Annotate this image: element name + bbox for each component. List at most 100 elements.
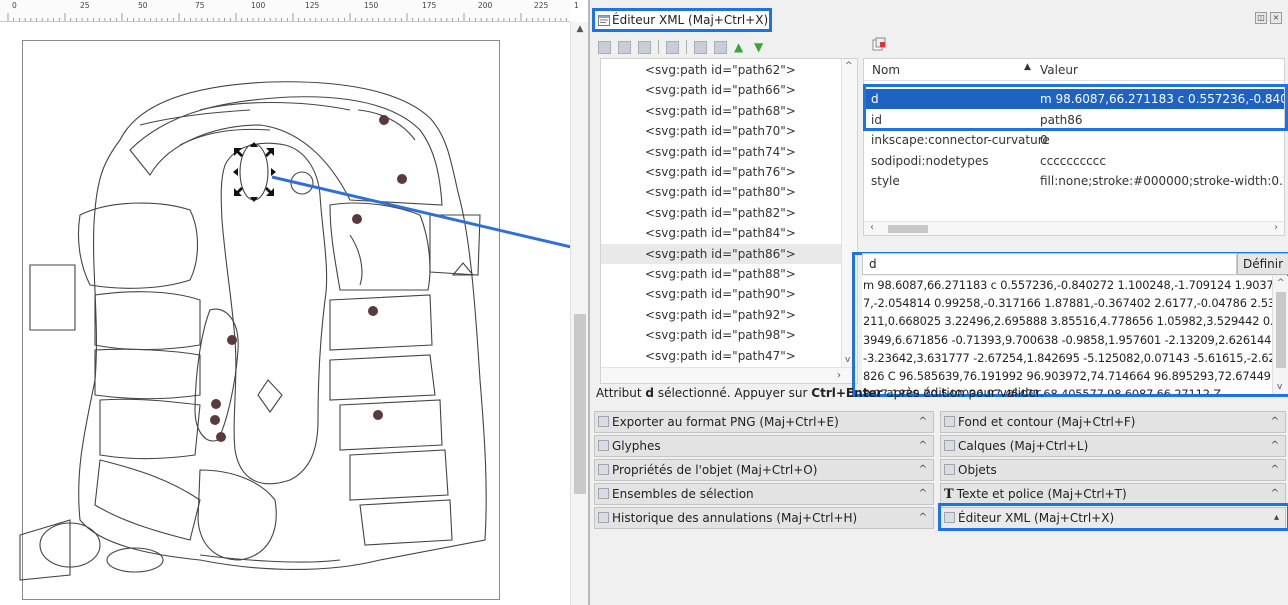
value-line: 826 C 96.585639,76.191992 96.903972,74.7… [863, 369, 1271, 384]
dock-item[interactable]: Historique des annulations (Maj+Ctrl+H) ^ [594, 507, 934, 529]
dock-item[interactable]: Propriétés de l'objet (Maj+Ctrl+O) ^ [594, 459, 934, 481]
attribute-row[interactable]: id path86 [864, 110, 1284, 130]
scroll-up-icon[interactable]: ^ [845, 61, 853, 71]
attribute-row[interactable]: inkscape:connector-curvature 0 [864, 130, 1284, 150]
dock-item[interactable]: T Texte et police (Maj+Ctrl+T) ^ [940, 483, 1286, 505]
objects-icon [944, 464, 955, 475]
raise-node-icon[interactable]: ▲ [734, 41, 747, 54]
xml-node-row[interactable]: <svg:path id="path92"> [645, 305, 796, 325]
status-shortcut: Ctrl+Enter [811, 386, 883, 400]
expand-caret-icon[interactable]: ▴ [1274, 508, 1279, 528]
expand-caret-icon[interactable]: ^ [919, 436, 927, 456]
duplicate-node-icon[interactable] [638, 40, 651, 54]
unindent-node-icon[interactable] [694, 40, 707, 54]
scroll-thumb[interactable] [574, 314, 586, 494]
status-text: sélectionné. Appuyer sur [654, 386, 812, 400]
xml-node-row[interactable]: <svg:path id="path88"> [645, 264, 796, 284]
glyphs-icon [598, 440, 609, 451]
scroll-thumb[interactable] [888, 225, 928, 233]
selection-sets-icon [598, 488, 609, 499]
new-attribute-icon[interactable] [872, 37, 886, 51]
attribute-value-editor: d Définir m 98.6087,66.271183 c 0.557236… [852, 252, 1288, 397]
attribute-name: sodipodi:nodetypes [871, 153, 989, 168]
node-toolbar: ▲ ▼ [598, 38, 767, 56]
xml-node-row[interactable]: <svg:path id="path82"> [645, 203, 796, 223]
xml-editor-icon [944, 512, 955, 523]
scroll-up-icon[interactable]: ^ [1277, 278, 1285, 288]
dock-close-icon[interactable]: × [1270, 12, 1282, 24]
object-properties-icon [598, 464, 609, 475]
attribute-value: fill:none;stroke:#000000;stroke-width:0.… [1040, 174, 1285, 189]
dock-item[interactable]: Éditeur XML (Maj+Ctrl+X) ▴ [940, 507, 1286, 529]
attribute-value-textarea[interactable]: m 98.6087,66.271183 c 0.557236,-0.840272… [862, 276, 1272, 394]
xml-node-row[interactable]: <svg:path id="path86"> [601, 243, 841, 264]
canvas-vertical-scrollbar[interactable]: ▲ [570, 22, 588, 605]
dock-item[interactable]: Glyphes ^ [594, 435, 934, 457]
scroll-up-icon[interactable]: ▲ [575, 24, 585, 34]
attributes-table[interactable]: Nom ▲ Valeur d m 98.6087,66.271183 c 0.55… [863, 58, 1285, 236]
xml-node-row[interactable]: <svg:path id="path70"> [645, 121, 796, 141]
dock-item[interactable]: Calques (Maj+Ctrl+L) ^ [940, 435, 1286, 457]
dock-item[interactable]: Exporter au format PNG (Maj+Ctrl+E) ^ [594, 411, 934, 433]
drawing[interactable] [0, 0, 588, 605]
scroll-thumb[interactable] [1276, 292, 1286, 368]
dock-item[interactable]: Ensembles de sélection ^ [594, 483, 934, 505]
expand-caret-icon[interactable]: ^ [919, 460, 927, 480]
xml-node-tree[interactable]: <svg:path id="path62"> <svg:path id="path… [600, 58, 858, 384]
xml-node-row[interactable]: <svg:path id="path80"> [645, 182, 796, 202]
expand-caret-icon[interactable]: ^ [919, 484, 927, 504]
dock-item-label: Historique des annulations (Maj+Ctrl+H) [612, 511, 858, 525]
scroll-down-icon[interactable]: v [1277, 382, 1282, 392]
tree-horizontal-scrollbar[interactable]: › [601, 367, 857, 383]
attributes-horizontal-scrollbar[interactable]: ‹ › [864, 221, 1284, 235]
attribute-row[interactable]: style fill:none;stroke:#000000;stroke-wid… [864, 171, 1284, 191]
dock-panel: Éditeur XML (Maj+Ctrl+X) ◫ × ▲ ▼ <svg:pa… [588, 0, 1288, 605]
canvas-area[interactable]: 0 25 50 75 100 125 150 175 200 225 1 ▲ [0, 0, 588, 605]
status-text: Attribut [596, 386, 646, 400]
lower-node-icon[interactable]: ▼ [754, 41, 767, 54]
dock-toggle-icon[interactable]: ◫ [1255, 12, 1267, 24]
column-name-header[interactable]: Nom [872, 63, 900, 77]
expand-caret-icon[interactable]: ^ [1271, 484, 1279, 504]
dock-item-label: Ensembles de sélection [612, 487, 754, 501]
attribute-row[interactable]: sodipodi:nodetypes cccccccccc [864, 151, 1284, 171]
new-text-node-icon[interactable] [618, 40, 631, 54]
sort-ascending-icon[interactable]: ▲ [1024, 62, 1031, 72]
indent-node-icon[interactable] [714, 40, 727, 54]
scroll-right-icon[interactable]: › [837, 370, 841, 381]
set-attribute-button[interactable]: Définir [1237, 253, 1288, 275]
delete-node-icon[interactable] [666, 40, 679, 54]
expand-caret-icon[interactable]: ^ [919, 508, 927, 528]
column-value-header[interactable]: Valeur [1040, 63, 1078, 77]
xml-editor-title-tab[interactable]: Éditeur XML (Maj+Ctrl+X) [592, 8, 772, 32]
expand-caret-icon[interactable]: ^ [1271, 436, 1279, 456]
xml-node-row[interactable]: <svg:path id="path66"> [645, 80, 796, 100]
status-attr: d [645, 386, 655, 400]
xml-node-row[interactable]: <svg:path id="path84"> [645, 223, 796, 243]
new-element-node-icon[interactable] [598, 40, 611, 54]
expand-caret-icon[interactable]: ^ [1271, 412, 1279, 432]
xml-node-row[interactable]: <svg:path id="path90"> [645, 284, 796, 304]
expand-caret-icon[interactable]: ^ [1271, 460, 1279, 480]
xml-node-row[interactable]: <svg:path id="path74"> [645, 142, 796, 162]
attribute-value: path86 [1040, 112, 1083, 127]
dock-item-label: Fond et contour (Maj+Ctrl+F) [958, 415, 1136, 429]
xml-node-row[interactable]: <svg:path id="path62"> [645, 60, 796, 80]
scroll-right-icon[interactable]: › [1274, 222, 1278, 233]
xml-node-row[interactable]: <svg:path id="path76"> [645, 162, 796, 182]
dock-item[interactable]: Objets ^ [940, 459, 1286, 481]
dock-item-label: Éditeur XML (Maj+Ctrl+X) [958, 511, 1115, 525]
undo-history-icon [598, 512, 609, 523]
scroll-left-icon[interactable]: ‹ [870, 222, 874, 233]
dock-item[interactable]: Fond et contour (Maj+Ctrl+F) ^ [940, 411, 1286, 433]
scroll-down-icon[interactable]: v [845, 355, 850, 365]
attributes-header: Nom ▲ Valeur [864, 59, 1284, 81]
expand-caret-icon[interactable]: ^ [919, 412, 927, 432]
attribute-row[interactable]: d m 98.6087,66.271183 c 0.557236,-0.84027… [864, 89, 1284, 109]
xml-node-row[interactable]: <svg:path id="path68"> [645, 101, 796, 121]
dock-item-label: Objets [958, 463, 997, 477]
value-vertical-scrollbar[interactable]: ^ v [1272, 276, 1288, 394]
attribute-name-field[interactable]: d [862, 253, 1237, 275]
xml-node-row[interactable]: <svg:path id="path47"> [645, 346, 796, 366]
xml-node-row[interactable]: <svg:path id="path98"> [645, 325, 796, 345]
